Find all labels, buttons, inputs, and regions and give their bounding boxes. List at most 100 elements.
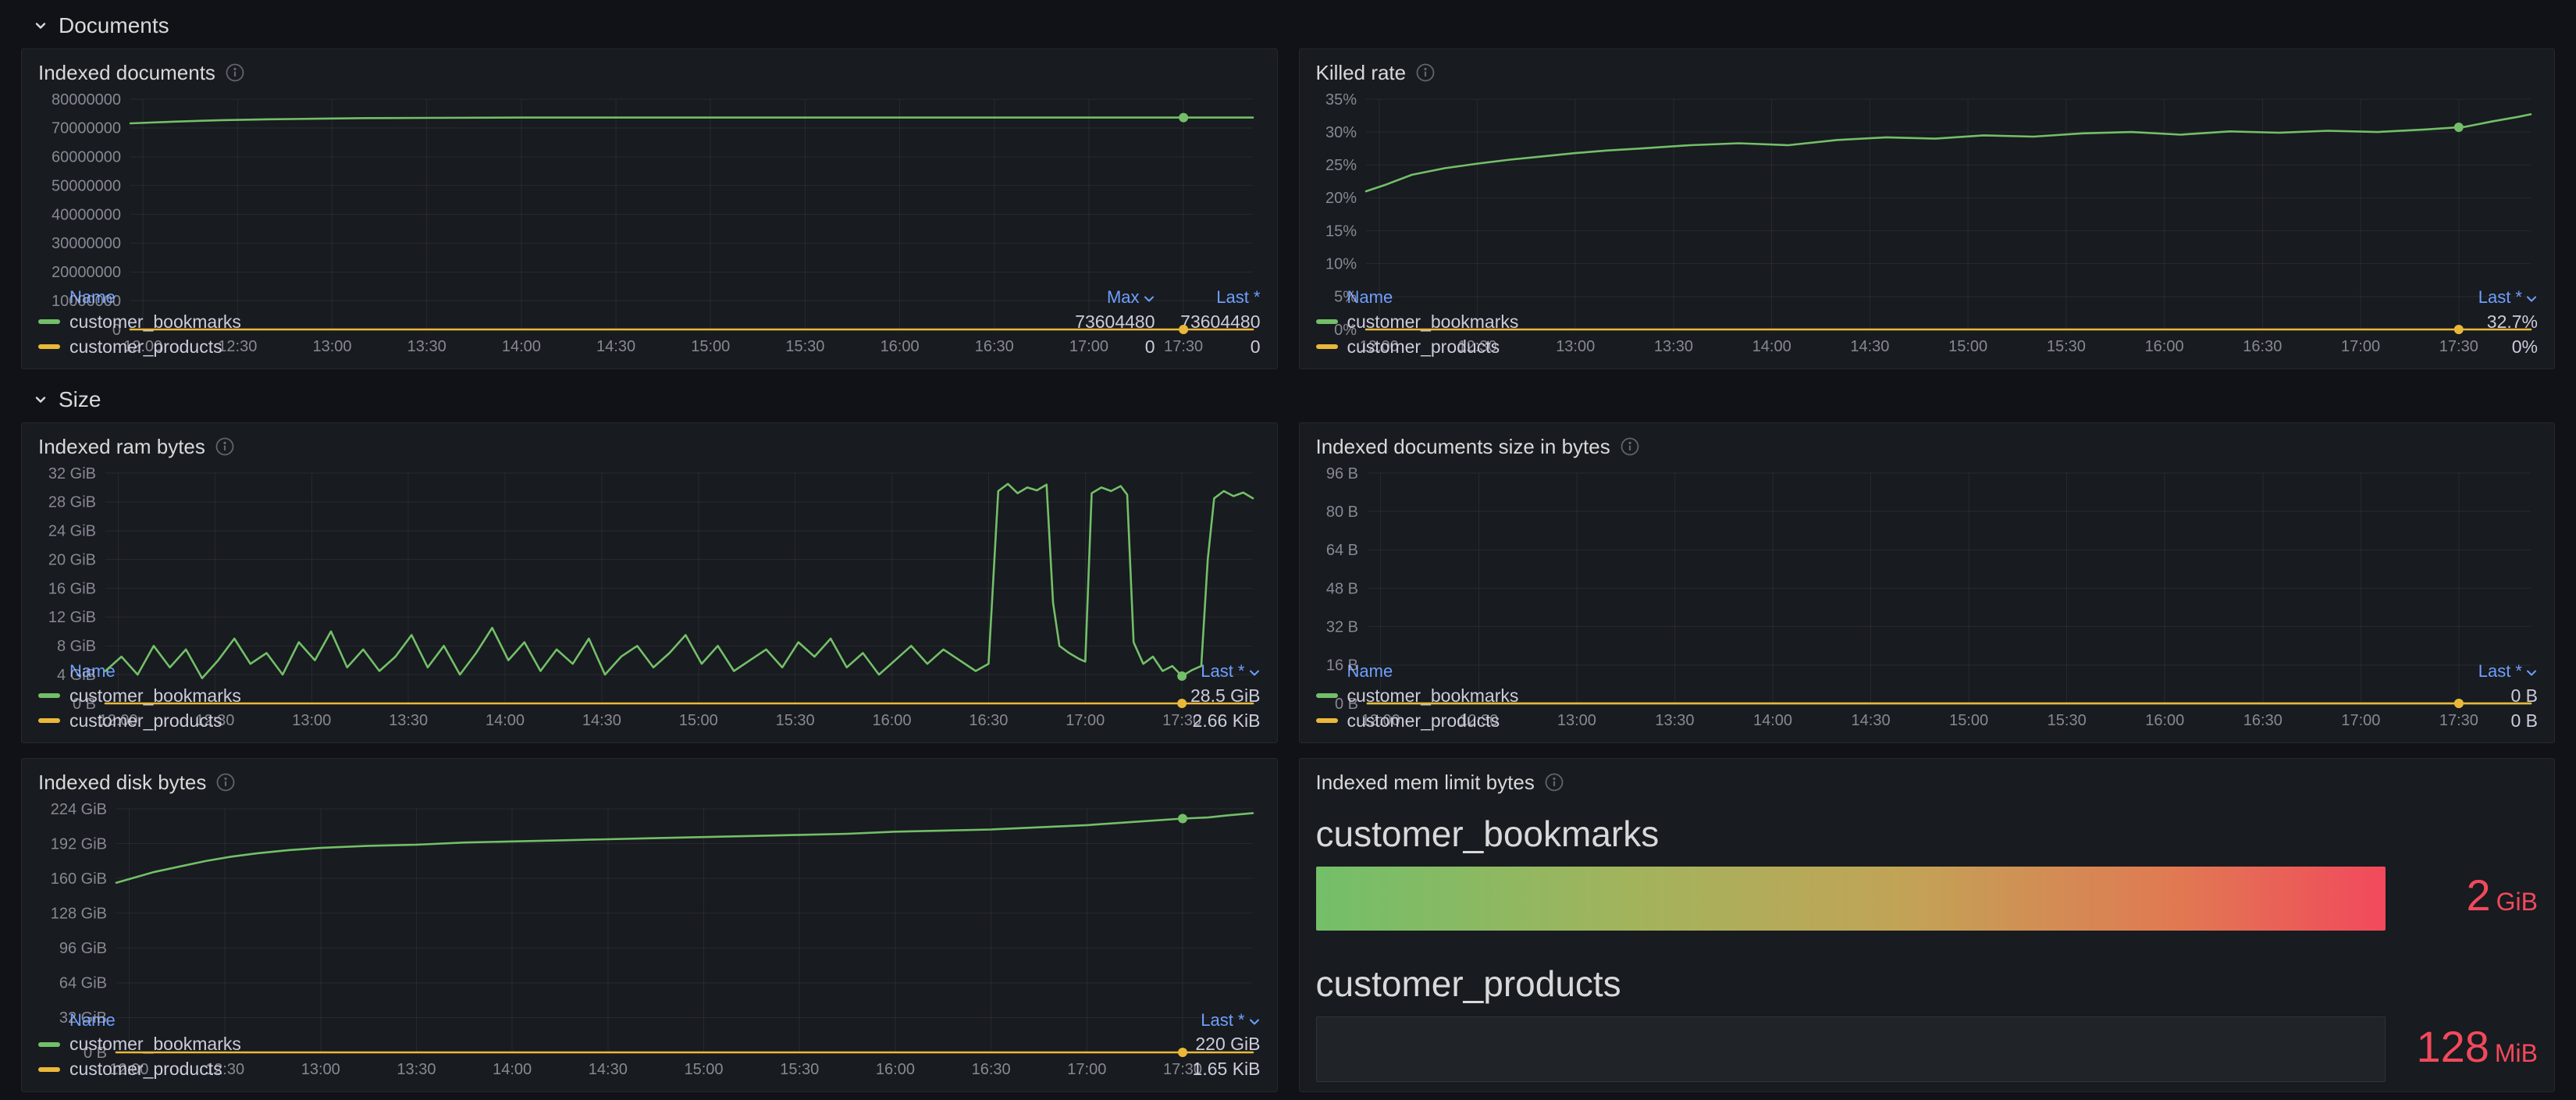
bar-gauge-body: customer_bookmarks 2 GiB customer_product…: [1315, 796, 2539, 1082]
svg-text:12:30: 12:30: [205, 1061, 244, 1078]
svg-text:20 GiB: 20 GiB: [48, 551, 96, 568]
svg-text:15:30: 15:30: [2046, 338, 2085, 355]
panel-indexed-documents-size: Indexed documents size in bytes 0 B 16 B 3…: [1298, 422, 2555, 743]
svg-text:128 GiB: 128 GiB: [51, 906, 107, 923]
svg-text:96 B: 96 B: [1325, 465, 1357, 482]
time-series-chart: 0 10000000 20000000 30000000 40000000 5000000…: [38, 87, 1261, 355]
chevron-down-icon: [35, 397, 46, 403]
svg-text:13:00: 13:00: [1556, 338, 1595, 355]
panel-header: Indexed mem limit bytes: [1316, 768, 2539, 796]
svg-text:17:30: 17:30: [1162, 712, 1201, 729]
svg-text:0 B: 0 B: [1334, 696, 1357, 713]
svg-text:32 B: 32 B: [1325, 618, 1357, 635]
bar-gauge-fill: [1315, 866, 2386, 931]
chevron-down-icon: [35, 23, 46, 29]
panel-row-size-2: Indexed disk bytes 0 B 32 GiB 64 GiB 96 GiB…: [21, 758, 2555, 1092]
svg-text:14:30: 14:30: [1850, 338, 1889, 355]
svg-text:14:00: 14:00: [1752, 338, 1791, 355]
panel-title[interactable]: Killed rate: [1316, 61, 1407, 85]
svg-text:4 GiB: 4 GiB: [57, 667, 96, 684]
svg-text:0 B: 0 B: [84, 1045, 107, 1062]
svg-text:12:00: 12:00: [109, 1061, 148, 1078]
svg-text:32 GiB: 32 GiB: [59, 1009, 107, 1027]
gauge-series-name: customer_bookmarks: [1315, 813, 1660, 854]
svg-text:17:00: 17:00: [2341, 338, 2380, 355]
svg-text:12:30: 12:30: [1459, 712, 1498, 729]
svg-text:15:30: 15:30: [776, 712, 815, 729]
svg-text:15:00: 15:00: [685, 1061, 724, 1078]
svg-text:14:00: 14:00: [502, 338, 541, 355]
svg-text:8 GiB: 8 GiB: [57, 638, 96, 655]
svg-text:20%: 20%: [1325, 190, 1356, 207]
svg-text:30%: 30%: [1325, 124, 1356, 141]
svg-text:80000000: 80000000: [52, 91, 121, 109]
svg-text:13:30: 13:30: [1655, 712, 1694, 729]
panel-indexed-ram-bytes: Indexed ram bytes 0 B 4 GiB 8 GiB 12 GiB 16 …: [21, 422, 1278, 743]
svg-text:5%: 5%: [1334, 289, 1357, 306]
svg-text:16:30: 16:30: [969, 712, 1008, 729]
section-row-documents[interactable]: Documents: [21, 8, 2555, 44]
gauge-value-unit: GiB: [2496, 887, 2538, 916]
panel-title[interactable]: Indexed mem limit bytes: [1316, 771, 1535, 795]
svg-text:13:30: 13:30: [397, 1061, 436, 1078]
svg-text:17:00: 17:00: [1066, 712, 1105, 729]
svg-text:16:00: 16:00: [2144, 338, 2183, 355]
panel-title[interactable]: Indexed disk bytes: [38, 771, 206, 795]
svg-text:0: 0: [112, 322, 121, 339]
svg-text:17:00: 17:00: [1067, 1061, 1106, 1078]
svg-text:70000000: 70000000: [52, 120, 121, 137]
svg-text:10000000: 10000000: [52, 293, 121, 310]
svg-text:35%: 35%: [1325, 91, 1356, 109]
svg-text:14:30: 14:30: [596, 338, 635, 355]
svg-text:17:00: 17:00: [1069, 338, 1108, 355]
gauge-item-customer-bookmarks: customer_bookmarks 2 GiB: [1315, 812, 2539, 931]
gauge-value: 2 GiB: [2386, 870, 2539, 931]
svg-text:13:00: 13:00: [1557, 712, 1596, 729]
panel-killed-rate: Killed rate 0% 5% 10% 15% 20% 25% 30% 35% 12:00 1…: [1298, 48, 2555, 369]
section-row-size[interactable]: Size: [21, 382, 2555, 418]
panel-header: Indexed disk bytes: [38, 768, 1261, 796]
svg-text:25%: 25%: [1325, 157, 1356, 174]
svg-text:15:00: 15:00: [1949, 712, 1988, 729]
svg-text:17:30: 17:30: [1164, 338, 1203, 355]
svg-text:12:00: 12:00: [123, 338, 162, 355]
info-icon[interactable]: [215, 772, 236, 792]
dashboard: Documents Indexed documents 0 10000000 200…: [0, 8, 2576, 1092]
time-series-chart: 0% 5% 10% 15% 20% 25% 30% 35% 12:00 12:30 13:00 13:…: [1316, 87, 2539, 355]
panel-row-size-1: Indexed ram bytes 0 B 4 GiB 8 GiB 12 GiB 16 …: [21, 422, 2555, 743]
svg-text:12:00: 12:00: [98, 712, 137, 729]
info-icon[interactable]: [1620, 436, 1640, 457]
svg-text:12:00: 12:00: [1359, 338, 1398, 355]
svg-text:17:00: 17:00: [2341, 712, 2380, 729]
svg-text:13:00: 13:00: [292, 712, 331, 729]
svg-text:15:00: 15:00: [1948, 338, 1987, 355]
svg-text:12:30: 12:30: [1457, 338, 1496, 355]
info-icon[interactable]: [1544, 772, 1564, 792]
svg-text:60000000: 60000000: [52, 149, 121, 166]
svg-text:10%: 10%: [1325, 256, 1356, 273]
info-icon[interactable]: [1415, 62, 1436, 83]
panel-indexed-disk-bytes: Indexed disk bytes 0 B 32 GiB 64 GiB 96 GiB…: [21, 758, 1278, 1092]
svg-text:20000000: 20000000: [52, 264, 121, 281]
panel-title[interactable]: Indexed documents size in bytes: [1316, 435, 1610, 459]
panel-row-documents: Indexed documents 0 10000000 20000000 30000…: [21, 48, 2555, 369]
info-icon[interactable]: [215, 436, 235, 457]
section-title: Size: [59, 387, 101, 411]
panel-title[interactable]: Indexed ram bytes: [38, 435, 205, 459]
svg-text:30000000: 30000000: [52, 235, 121, 252]
gauge-series-name: customer_products: [1315, 963, 1621, 1004]
svg-text:80 B: 80 B: [1325, 504, 1357, 521]
svg-text:0 B: 0 B: [73, 696, 96, 713]
svg-text:13:00: 13:00: [301, 1061, 340, 1078]
svg-text:16:30: 16:30: [2243, 338, 2282, 355]
svg-text:16:30: 16:30: [975, 338, 1014, 355]
svg-text:14:00: 14:00: [493, 1061, 532, 1078]
panel-title[interactable]: Indexed documents: [38, 61, 215, 85]
svg-text:12:00: 12:00: [1361, 712, 1400, 729]
section-title: Documents: [59, 13, 169, 37]
info-icon[interactable]: [225, 62, 245, 83]
svg-text:16:00: 16:00: [872, 712, 911, 729]
svg-text:15:00: 15:00: [691, 338, 730, 355]
svg-text:14:00: 14:00: [1752, 712, 1791, 729]
svg-text:15%: 15%: [1325, 222, 1356, 240]
